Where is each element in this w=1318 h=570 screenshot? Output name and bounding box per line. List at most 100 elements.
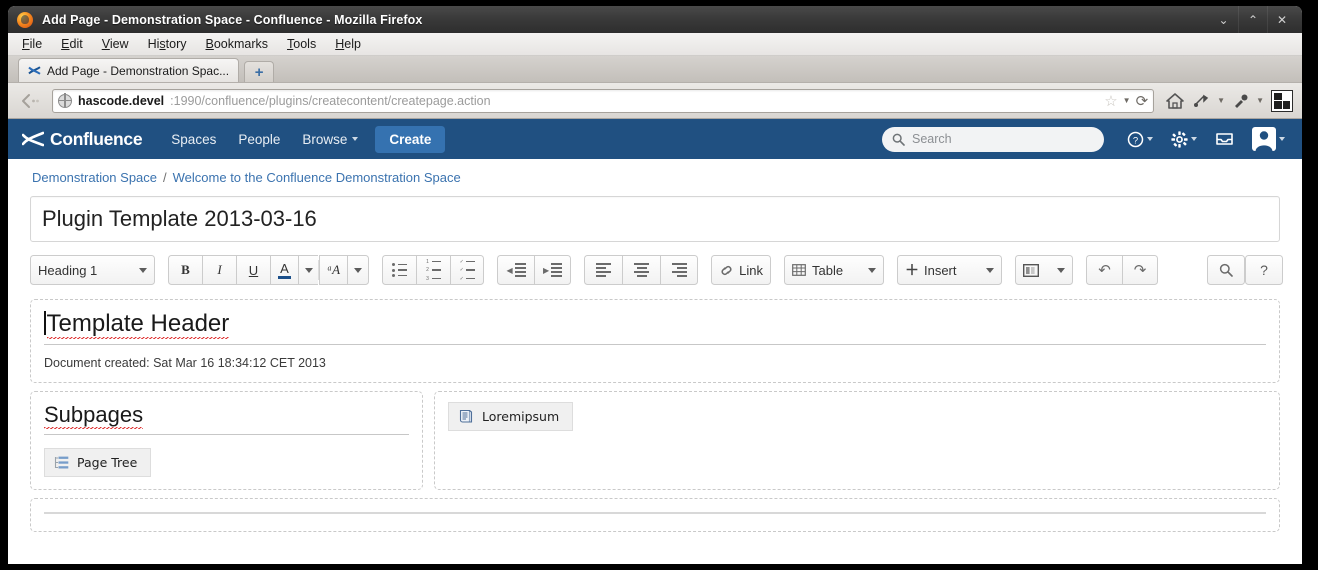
- link-icon: [719, 264, 734, 277]
- outdent-button[interactable]: ◀: [497, 255, 535, 285]
- editor-heading-subpages[interactable]: Subpages: [44, 402, 409, 435]
- url-actions: ☆ ▼ ⟳: [1104, 92, 1148, 110]
- nav-item-people-label: People: [238, 131, 281, 147]
- new-tab-button[interactable]: +: [244, 61, 275, 82]
- chevron-down-icon: [304, 267, 313, 273]
- url-input[interactable]: hascode.devel :1990/confluence/plugins/c…: [52, 88, 1155, 113]
- chevron-down-icon[interactable]: ▼: [1256, 96, 1264, 105]
- browser-tab[interactable]: Add Page - Demonstration Spac...: [18, 58, 240, 82]
- align-center-button[interactable]: [622, 255, 661, 285]
- editor-help-button[interactable]: ?: [1244, 255, 1283, 285]
- macro-loremipsum[interactable]: Loremipsum: [448, 402, 574, 431]
- align-left-button[interactable]: [584, 255, 623, 285]
- page-tree-icon: [54, 456, 69, 470]
- chevron-down-icon[interactable]: ▼: [1123, 96, 1131, 105]
- editor-heading-template-header[interactable]: Template Header: [44, 310, 1266, 345]
- editor-two-column-row: Subpages Page Tree Loremipsum: [30, 391, 1280, 490]
- numbered-list-button[interactable]: 123: [416, 255, 451, 285]
- nav-item-people[interactable]: People: [227, 126, 291, 153]
- editor-canvas[interactable]: Template Header Document created: Sat Ma…: [30, 299, 1280, 532]
- nav-item-spaces-label: Spaces: [171, 131, 217, 147]
- bookmark-star-icon[interactable]: ☆: [1104, 92, 1117, 110]
- editor-toolbar: Heading 1 B I U A ᵃA 1 2 3 ✓ ✓ ✓ ◀ ▶ Lin…: [30, 255, 1283, 285]
- browser-tab-label: Add Page - Demonstration Spac...: [47, 63, 230, 78]
- eyedropper-icon[interactable]: [1232, 93, 1249, 109]
- link-label: Link: [739, 262, 763, 278]
- style-select[interactable]: Heading 1: [30, 255, 155, 285]
- indent-button[interactable]: ▶: [534, 255, 572, 285]
- bold-button[interactable]: B: [168, 255, 202, 285]
- chevron-down-icon[interactable]: ▼: [1217, 96, 1225, 105]
- close-button[interactable]: ✕: [1267, 6, 1296, 33]
- align-right-button[interactable]: [660, 255, 699, 285]
- menu-item-tools[interactable]: Tools: [287, 37, 316, 51]
- create-button[interactable]: Create: [375, 125, 446, 153]
- editor-right-column[interactable]: Loremipsum: [434, 391, 1280, 490]
- table-icon: [792, 264, 806, 276]
- nav-item-spaces[interactable]: Spaces: [160, 126, 227, 153]
- user-avatar[interactable]: [1245, 127, 1292, 151]
- menu-item-history[interactable]: History: [148, 37, 187, 51]
- italic-button[interactable]: I: [202, 255, 236, 285]
- editor-footer-section[interactable]: [30, 498, 1280, 532]
- minimize-button[interactable]: ⌄: [1209, 6, 1238, 33]
- chevron-down-icon: [985, 267, 994, 273]
- home-icon[interactable]: [1165, 92, 1185, 110]
- confluence-mark-icon: [22, 130, 44, 148]
- page-layout-button[interactable]: [1014, 255, 1073, 285]
- insert-button[interactable]: ＋ Insert: [896, 255, 1002, 285]
- find-button[interactable]: [1206, 255, 1245, 285]
- menu-item-file[interactable]: File: [22, 37, 42, 51]
- reload-icon[interactable]: ⟳: [1136, 92, 1149, 110]
- editor-header-section[interactable]: Template Header Document created: Sat Ma…: [30, 299, 1280, 383]
- chevron-down-icon: [354, 267, 363, 273]
- editor-left-column[interactable]: Subpages Page Tree: [30, 391, 423, 490]
- undo-button[interactable]: ↶: [1085, 255, 1122, 285]
- link-button[interactable]: Link: [711, 255, 771, 285]
- confluence-header: Confluence Spaces People Browse Create S…: [8, 119, 1302, 159]
- inbox-icon[interactable]: [1208, 131, 1241, 147]
- horizontal-rule: [44, 512, 1266, 514]
- chevron-down-icon: [867, 267, 876, 273]
- window-title: Add Page - Demonstration Space - Conflue…: [42, 12, 423, 27]
- page-title-input[interactable]: Plugin Template 2013-03-16: [30, 196, 1280, 242]
- insert-group: ＋ Insert: [896, 255, 1002, 285]
- arrow-left-icon: ◀: [506, 265, 513, 275]
- settings-gear-icon[interactable]: [1164, 130, 1204, 148]
- help-icon[interactable]: ?: [1120, 131, 1160, 148]
- extension-grid-icon[interactable]: [1271, 89, 1293, 112]
- confluence-logo[interactable]: Confluence: [22, 129, 143, 150]
- nav-item-browse[interactable]: Browse: [291, 126, 369, 153]
- menu-bar: File Edit View History Bookmarks Tools H…: [8, 33, 1302, 56]
- more-format-button[interactable]: ᵃA: [319, 255, 348, 285]
- chevron-down-icon: [1279, 137, 1285, 141]
- menu-item-bookmarks[interactable]: Bookmarks: [206, 37, 269, 51]
- back-button[interactable]: [17, 93, 45, 109]
- macro-loremipsum-label: Loremipsum: [482, 409, 560, 424]
- breadcrumb-item-space[interactable]: Demonstration Space: [32, 170, 157, 185]
- bullet-list-button[interactable]: [382, 255, 417, 285]
- search-input[interactable]: Search: [882, 126, 1104, 152]
- window-titlebar: Add Page - Demonstration Space - Conflue…: [8, 6, 1302, 33]
- text-color-dropdown[interactable]: [298, 255, 318, 285]
- underline-button[interactable]: U: [236, 255, 270, 285]
- editor-paragraph-document-created[interactable]: Document created: Sat Mar 16 18:34:12 CE…: [44, 356, 1266, 370]
- text-format-group: B I U A ᵃA: [168, 255, 370, 285]
- navigation-toolbar: hascode.devel :1990/confluence/plugins/c…: [8, 83, 1302, 119]
- addons-icon[interactable]: [1192, 93, 1210, 109]
- chevron-down-icon: [1147, 137, 1153, 141]
- style-select-group: Heading 1: [30, 255, 155, 285]
- menu-item-edit[interactable]: Edit: [61, 37, 83, 51]
- more-format-dropdown[interactable]: [347, 255, 370, 285]
- task-list-button[interactable]: ✓ ✓ ✓: [450, 255, 485, 285]
- search-icon: [892, 133, 905, 146]
- redo-button[interactable]: ↷: [1121, 255, 1158, 285]
- table-button[interactable]: Table: [783, 255, 884, 285]
- menu-item-view[interactable]: View: [102, 37, 129, 51]
- chevron-down-icon: [1191, 137, 1197, 141]
- macro-page-tree[interactable]: Page Tree: [44, 448, 152, 477]
- breadcrumb-item-page[interactable]: Welcome to the Confluence Demonstration …: [173, 170, 461, 185]
- menu-item-help[interactable]: Help: [335, 37, 361, 51]
- maximize-button[interactable]: ⌃: [1238, 6, 1267, 33]
- text-color-button[interactable]: A: [270, 255, 298, 285]
